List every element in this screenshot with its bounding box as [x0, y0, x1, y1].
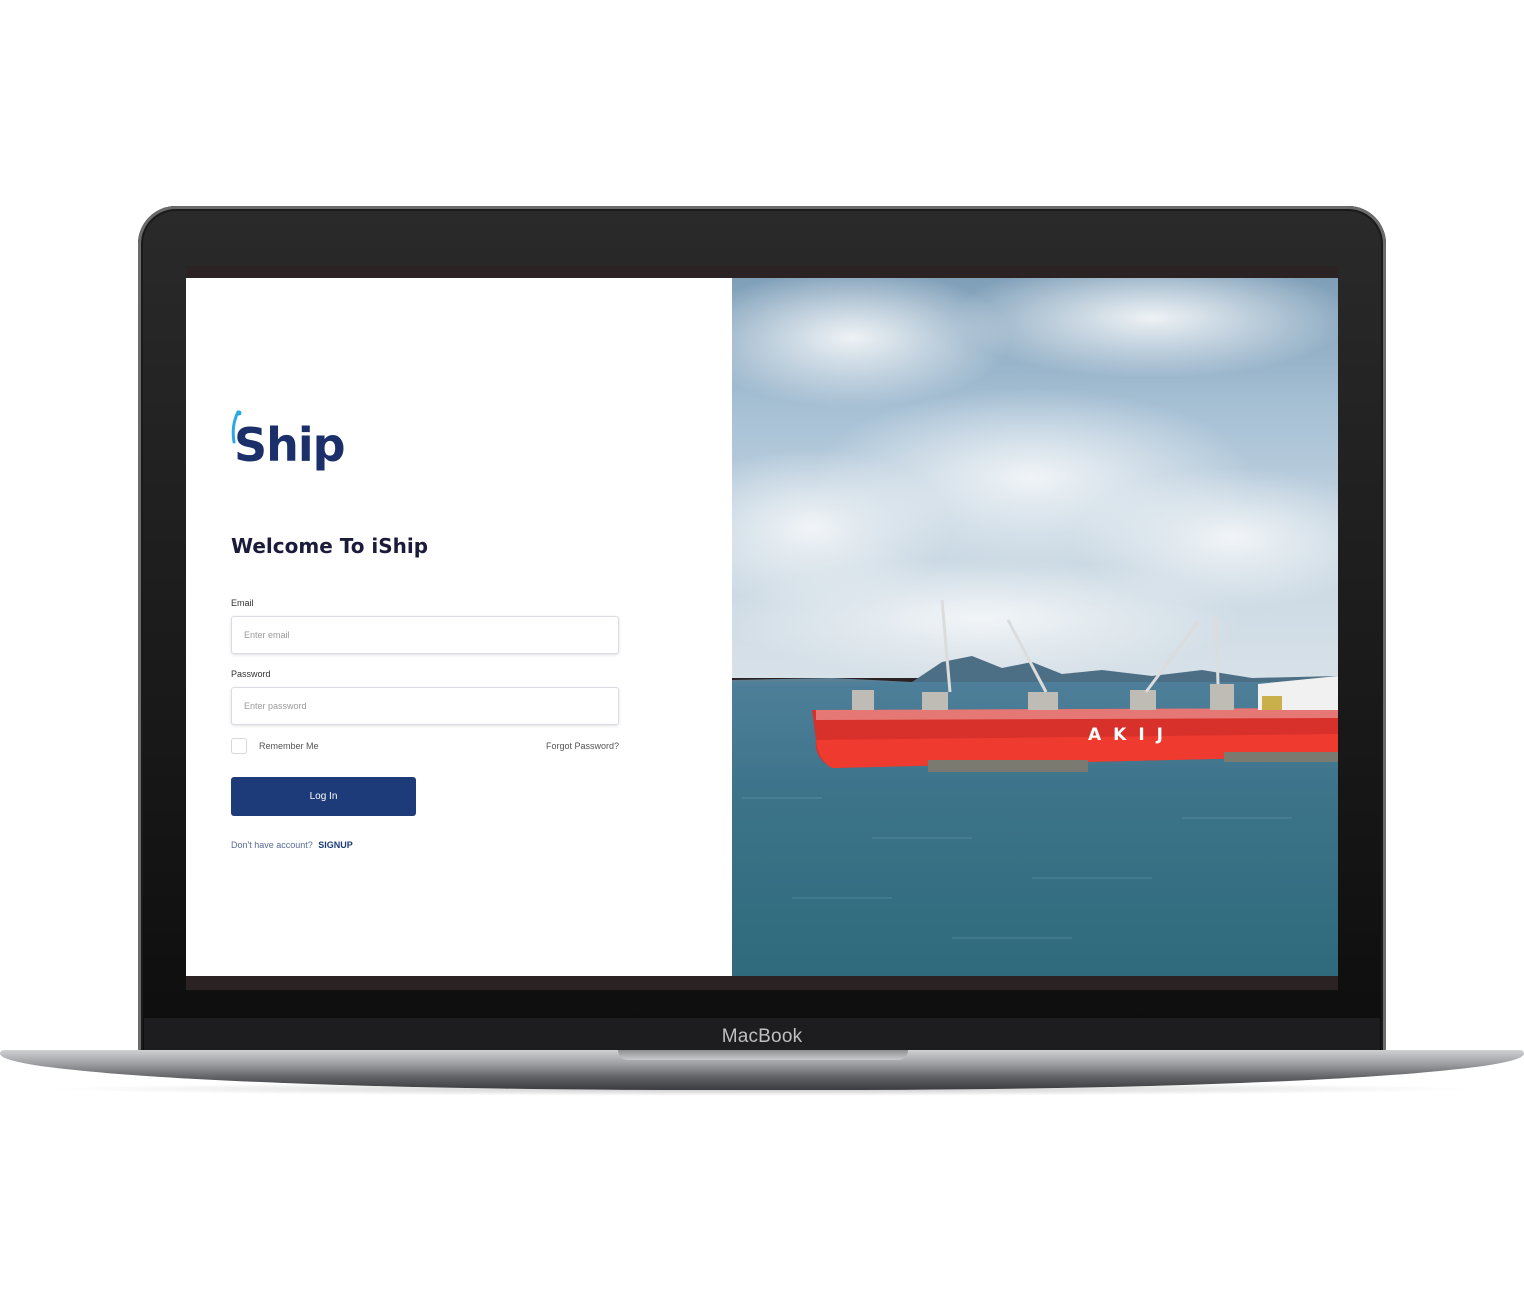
- ship-hull-text: AKIJ: [1088, 725, 1175, 745]
- remember-me-checkbox[interactable]: [231, 738, 247, 754]
- laptop-screen: Ship Welcome To iShip Email Password Rem…: [186, 266, 1338, 990]
- logo-text: Ship: [234, 418, 346, 472]
- remember-row: Remember Me Forgot Password?: [231, 738, 619, 756]
- signup-row: Don't have account? SIGNUP: [231, 840, 353, 850]
- mockup-stage: Ship Welcome To iShip Email Password Rem…: [0, 0, 1524, 1304]
- forgot-password-link[interactable]: Forgot Password?: [546, 741, 619, 751]
- device-label: MacBook: [721, 1026, 803, 1047]
- password-label: Password: [231, 669, 271, 679]
- hero-image: AKIJ: [732, 278, 1338, 976]
- page-title: Welcome To iShip: [231, 534, 429, 558]
- login-panel: Ship Welcome To iShip Email Password Rem…: [186, 278, 732, 976]
- remember-me-label: Remember Me: [259, 741, 319, 751]
- password-field[interactable]: [231, 687, 619, 725]
- laptop-base-notch: [618, 1050, 908, 1060]
- ship-logo: Ship: [226, 408, 386, 488]
- login-page: Ship Welcome To iShip Email Password Rem…: [186, 278, 1338, 976]
- signup-prompt: Don't have account?: [231, 840, 313, 850]
- signup-link[interactable]: SIGNUP: [318, 840, 353, 850]
- email-field[interactable]: [231, 616, 619, 654]
- login-button[interactable]: Log In: [231, 777, 416, 816]
- ship-photo: [732, 278, 1338, 976]
- email-label: Email: [231, 598, 254, 608]
